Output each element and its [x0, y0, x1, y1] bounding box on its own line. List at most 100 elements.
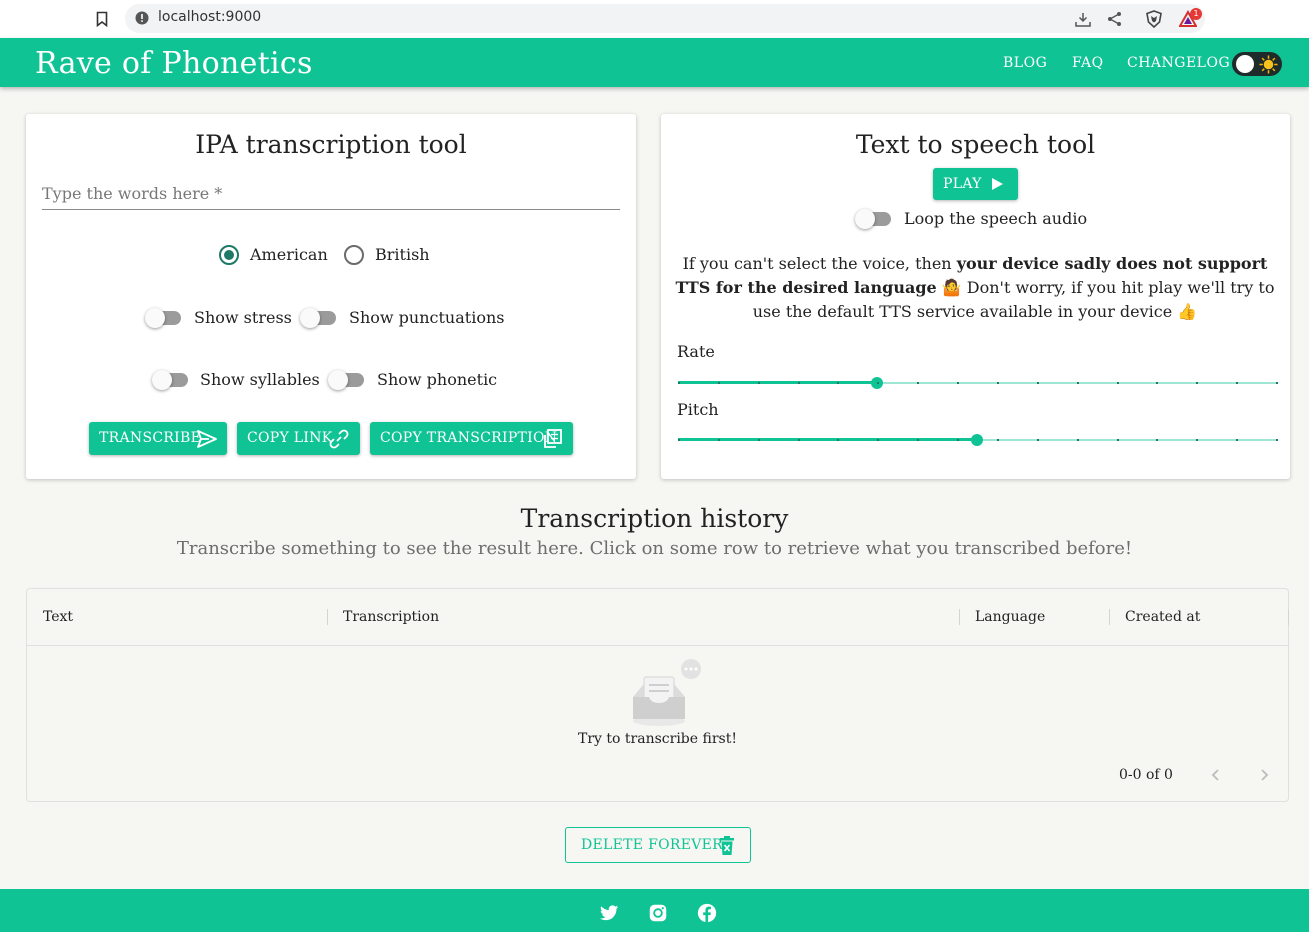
slider-tick: [717, 382, 720, 384]
slider-tick: [678, 439, 680, 441]
slider-tick: [1036, 439, 1039, 441]
instagram-icon[interactable]: [647, 902, 669, 924]
show-syllables-label: Show syllables: [200, 370, 320, 389]
pitch-label: Pitch: [677, 400, 719, 419]
radio-american[interactable]: [219, 245, 239, 265]
sun-icon: [1259, 55, 1278, 74]
nav-faq-link[interactable]: FAQ: [1072, 55, 1104, 71]
browser-toolbar: localhost:9000 1: [0, 0, 1309, 38]
notice-part1: If you can't select the voice, then: [682, 254, 957, 273]
pitch-slider-thumb[interactable]: [971, 434, 983, 446]
slider-tick: [917, 439, 920, 441]
footer: [0, 889, 1309, 932]
rate-label: Rate: [677, 342, 715, 361]
site-info-icon[interactable]: [135, 11, 149, 25]
column-separator[interactable]: [959, 609, 960, 625]
rate-slider[interactable]: [678, 377, 1278, 389]
brave-shield-icon[interactable]: [1145, 10, 1163, 28]
slider-tick: [996, 439, 999, 441]
copy-link-button-label: COPY LINK: [247, 430, 333, 446]
slider-tick: [678, 382, 680, 384]
app-title[interactable]: Rave of Phonetics: [35, 46, 313, 81]
slider-tick: [1276, 439, 1278, 441]
radio-american-label[interactable]: American: [250, 245, 328, 264]
slider-tick: [797, 439, 800, 441]
url-text[interactable]: localhost:9000: [158, 9, 261, 25]
slider-tick: [1236, 439, 1239, 441]
delete-forever-button-label: DELETE FOREVER: [581, 837, 723, 853]
slider-tick: [1036, 382, 1039, 384]
copy-transcription-button[interactable]: COPY TRANSCRIPTION: [370, 422, 573, 455]
send-icon: [197, 430, 217, 448]
theme-toggle-knob: [1236, 55, 1254, 73]
ipa-card-title: IPA transcription tool: [195, 130, 467, 159]
slider-tick: [1116, 382, 1119, 384]
column-header-text[interactable]: Text: [43, 609, 73, 625]
loop-speech-label: Loop the speech audio: [904, 209, 1088, 228]
column-header-language[interactable]: Language: [975, 609, 1045, 625]
transcribe-button[interactable]: TRANSCRIBE: [89, 422, 227, 455]
words-input[interactable]: Type the words here *: [42, 178, 620, 210]
nav-changelog-link[interactable]: CHANGELOG: [1127, 55, 1230, 71]
radio-british-label[interactable]: British: [375, 245, 430, 264]
history-table: Text Transcription Language Created at T…: [26, 588, 1289, 802]
play-button[interactable]: PLAY: [933, 168, 1018, 200]
slider-tick: [1156, 382, 1159, 384]
show-phonetic-label: Show phonetic: [377, 370, 498, 389]
slider-tick: [996, 382, 999, 384]
tts-card-title: Text to speech tool: [855, 130, 1096, 159]
copy-transcription-button-label: COPY TRANSCRIPTION: [380, 430, 558, 446]
chevron-left-icon[interactable]: [1209, 767, 1223, 783]
tts-support-notice: If you can't select the voice, then your…: [675, 252, 1275, 324]
link-icon: [329, 429, 349, 449]
empty-inbox-icon: [633, 659, 701, 726]
column-separator[interactable]: [327, 609, 328, 625]
pitch-slider[interactable]: [678, 434, 1278, 446]
slider-tick: [917, 382, 920, 384]
copy-icon: [544, 429, 562, 448]
slider-tick: [1196, 439, 1199, 441]
column-separator[interactable]: [1288, 609, 1289, 625]
install-icon[interactable]: [1074, 10, 1092, 28]
pagination-info: 0-0 of 0: [1119, 767, 1173, 783]
column-separator[interactable]: [1109, 609, 1110, 625]
slider-tick: [1076, 439, 1079, 441]
slider-tick: [1156, 439, 1159, 441]
facebook-icon[interactable]: [696, 902, 718, 924]
slider-tick: [757, 382, 760, 384]
column-header-created-at[interactable]: Created at: [1125, 609, 1200, 625]
twitter-icon[interactable]: [598, 902, 620, 924]
show-punctuations-switch[interactable]: [300, 308, 336, 328]
show-syllables-switch[interactable]: [152, 370, 188, 390]
bookmark-icon[interactable]: [96, 11, 108, 27]
show-stress-switch[interactable]: [145, 308, 181, 328]
slider-tick: [1236, 382, 1239, 384]
words-input-placeholder: Type the words here *: [42, 184, 223, 203]
tts-card: Text to speech tool PLAY Loop the speech…: [661, 114, 1290, 479]
delete-forever-button[interactable]: DELETE FOREVER: [565, 827, 751, 863]
theme-toggle[interactable]: [1232, 52, 1282, 76]
show-punctuations-label: Show punctuations: [349, 308, 505, 327]
column-header-transcription[interactable]: Transcription: [343, 609, 439, 625]
slider-tick: [877, 439, 880, 441]
trash-icon: [720, 836, 734, 855]
slider-tick: [717, 439, 720, 441]
notification-badge: 1: [1190, 8, 1202, 20]
slider-tick: [1076, 382, 1079, 384]
empty-state-text: Try to transcribe first!: [578, 731, 737, 747]
loop-speech-switch[interactable]: [855, 209, 891, 229]
history-table-header: Text Transcription Language Created at: [27, 589, 1289, 646]
history-title: Transcription history: [520, 504, 789, 533]
play-icon: [992, 178, 1003, 190]
share-icon[interactable]: [1106, 10, 1124, 28]
show-phonetic-switch[interactable]: [328, 370, 364, 390]
radio-british[interactable]: [344, 245, 364, 265]
slider-tick: [757, 439, 760, 441]
slider-tick: [797, 382, 800, 384]
slider-tick: [1196, 382, 1199, 384]
chevron-right-icon[interactable]: [1257, 767, 1271, 783]
slider-tick: [957, 382, 960, 384]
copy-link-button[interactable]: COPY LINK: [237, 422, 360, 455]
nav-blog-link[interactable]: BLOG: [1003, 55, 1047, 71]
address-bar[interactable]: [125, 4, 1205, 33]
